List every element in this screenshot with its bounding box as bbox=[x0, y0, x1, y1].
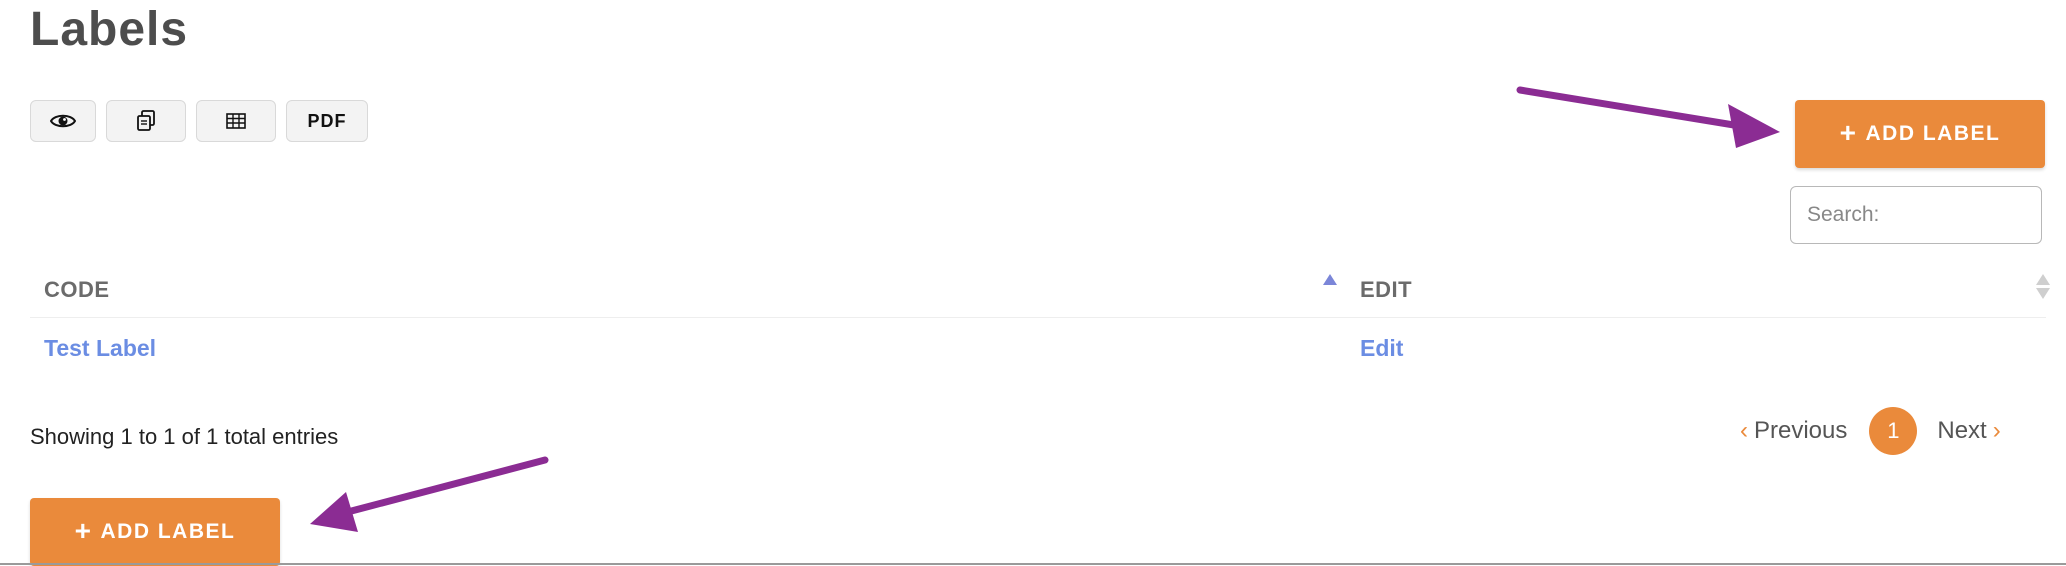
next-label: Next bbox=[1937, 417, 1987, 444]
bottom-divider bbox=[0, 563, 2066, 565]
chevron-left-icon: ‹ bbox=[1740, 417, 1748, 444]
sort-both-icon[interactable] bbox=[2036, 272, 2050, 302]
search-input[interactable] bbox=[1790, 186, 2042, 244]
chevron-right-icon: › bbox=[1992, 417, 2001, 444]
pagination: ‹ Previous 1 Next › bbox=[1740, 406, 2046, 456]
eye-icon bbox=[50, 114, 76, 128]
add-label-button-bottom[interactable]: + ADD LABEL bbox=[30, 498, 280, 566]
export-toolbar: PDF bbox=[30, 100, 368, 142]
table-icon bbox=[226, 113, 246, 129]
annotation-arrow-bottom bbox=[310, 456, 549, 532]
current-page-button[interactable]: 1 bbox=[1869, 407, 1918, 455]
page-title: Labels bbox=[30, 3, 189, 56]
add-label-button-top[interactable]: + ADD LABEL bbox=[1795, 100, 2045, 168]
export-table-button[interactable] bbox=[196, 100, 276, 142]
previous-page-button[interactable]: ‹ Previous bbox=[1740, 417, 1847, 445]
table-row: Test Label Edit bbox=[30, 320, 2046, 376]
table-header: CODE EDIT bbox=[30, 262, 2050, 318]
column-visibility-button[interactable] bbox=[30, 100, 96, 142]
plus-icon: + bbox=[74, 514, 93, 546]
plus-icon: + bbox=[1839, 116, 1858, 148]
annotation-arrow-top bbox=[1516, 86, 1780, 148]
next-page-button[interactable]: Next › bbox=[1937, 417, 2000, 445]
pdf-button-label: PDF bbox=[307, 110, 347, 131]
labels-page: Labels PDF + ADD LABEL Search: CODE EDIT… bbox=[0, 0, 2066, 566]
column-header-code[interactable]: CODE bbox=[44, 262, 110, 318]
sort-ascending-icon[interactable] bbox=[1323, 274, 1337, 285]
previous-label: Previous bbox=[1754, 417, 1848, 444]
add-label-text: ADD LABEL bbox=[1865, 122, 2001, 145]
pdf-button[interactable]: PDF bbox=[286, 100, 368, 142]
copy-icon bbox=[137, 110, 155, 131]
add-label-text: ADD LABEL bbox=[100, 520, 236, 543]
copy-button[interactable] bbox=[106, 100, 186, 142]
table-info: Showing 1 to 1 of 1 total entries bbox=[30, 424, 339, 449]
edit-link[interactable]: Edit bbox=[1360, 320, 1403, 376]
column-header-edit[interactable]: EDIT bbox=[1360, 262, 1412, 318]
label-code-link[interactable]: Test Label bbox=[44, 320, 156, 376]
